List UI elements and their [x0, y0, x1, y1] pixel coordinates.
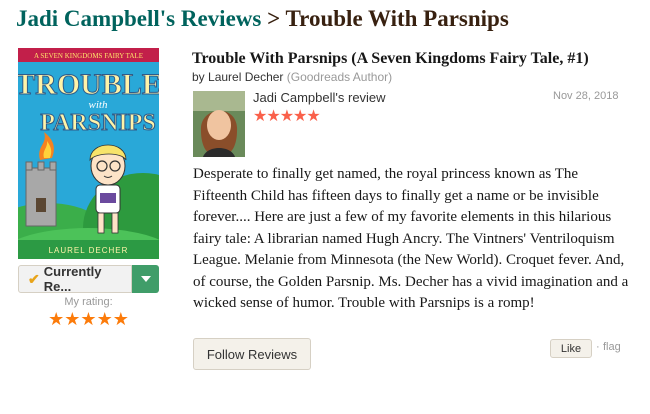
- shelf-status-label: Currently Re...: [43, 264, 102, 294]
- book-byline: by Laurel Decher (Goodreads Author): [192, 70, 392, 84]
- book-cover[interactable]: A SEVEN KINGDOMS FAIRY TALE TROUBLE with…: [18, 48, 159, 259]
- reviewer-name-link[interactable]: Jadi Campbell's: [253, 90, 344, 105]
- flag-link[interactable]: flag: [603, 341, 621, 353]
- checkmark-icon: ✔: [28, 270, 40, 287]
- shelf-dropdown-button[interactable]: [132, 265, 159, 293]
- review-word: review: [347, 90, 386, 105]
- book-title-link[interactable]: Trouble With Parsnips (A Seven Kingdoms …: [192, 50, 589, 68]
- cover-series-text: A SEVEN KINGDOMS FAIRY TALE: [34, 52, 143, 60]
- by-label: by: [192, 70, 205, 84]
- review-heading: Jadi Campbell's review: [253, 90, 386, 105]
- goodreads-author-tag: (Goodreads Author): [286, 70, 393, 84]
- reviewer-avatar[interactable]: [193, 91, 245, 157]
- caret-down-icon: [141, 276, 151, 282]
- avatar-image: [193, 91, 245, 157]
- review-date[interactable]: Nov 28, 2018: [553, 90, 618, 102]
- currently-reading-button[interactable]: ✔ Currently Re...: [18, 264, 132, 294]
- book-title-heading: Trouble With Parsnips: [285, 6, 509, 31]
- breadcrumb-separator: >: [267, 6, 281, 31]
- like-button[interactable]: Like: [550, 339, 592, 358]
- my-rating-stars[interactable]: ★★★★★: [18, 309, 159, 330]
- author-link[interactable]: Laurel Decher: [208, 70, 283, 84]
- cover-title-line1: TROUBLE: [18, 68, 159, 101]
- my-rating-label: My rating:: [64, 296, 113, 308]
- action-separator: ·: [596, 341, 600, 353]
- cover-title-line3: PARSNIPS: [40, 110, 156, 136]
- page-heading: Jadi Campbell's Reviews > Trouble With P…: [16, 6, 509, 32]
- review-text: Desperate to finally get named, the roya…: [193, 166, 629, 311]
- review-stars: ★★★★★: [253, 108, 321, 125]
- cover-author-text: LAUREL DECHER: [49, 246, 129, 255]
- reviewer-reviews-link[interactable]: Jadi Campbell's Reviews: [16, 6, 261, 31]
- book-cover-art: A SEVEN KINGDOMS FAIRY TALE TROUBLE with…: [18, 48, 159, 259]
- follow-reviews-button[interactable]: Follow Reviews: [193, 338, 311, 370]
- shelf-status-control: ✔ Currently Re...: [18, 264, 159, 294]
